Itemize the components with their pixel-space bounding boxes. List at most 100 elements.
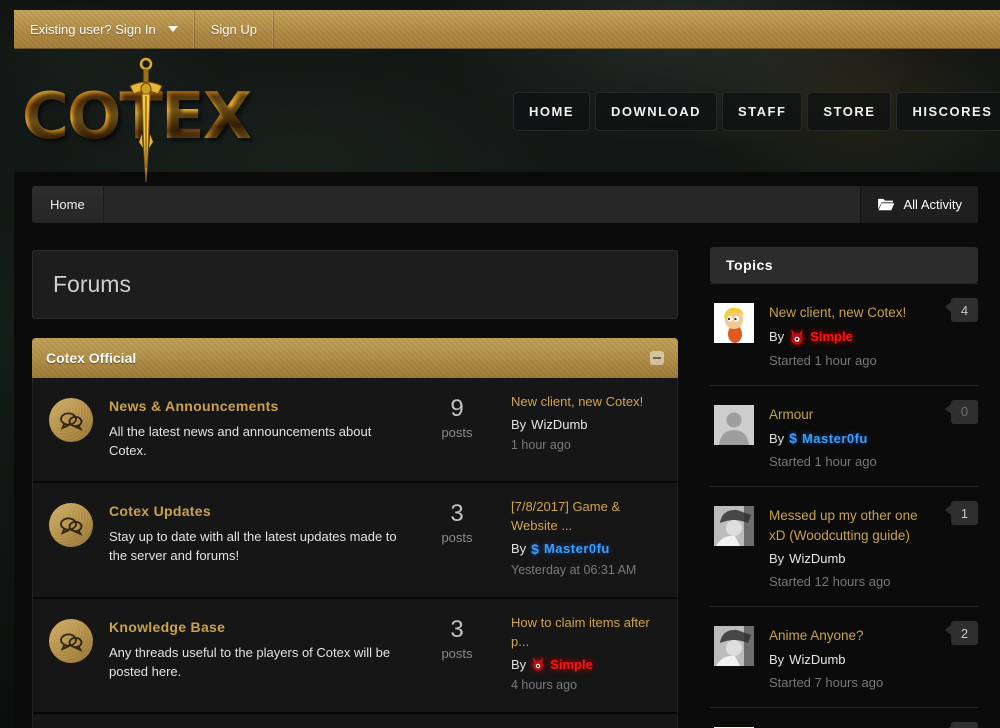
by-label: By (769, 329, 784, 344)
topic-list-item: Anime Anyone? By WizDumb Started 7 hours… (710, 606, 978, 707)
sign-in-button[interactable]: Existing user? Sign In (14, 10, 195, 48)
site-logo[interactable]: COTEX (20, 62, 250, 172)
forum-stats: 3 posts (425, 616, 489, 692)
last-post-link[interactable]: [7/8/2017] Game & Website ... (511, 497, 661, 536)
nav-home[interactable]: HOME (513, 92, 590, 131)
forum-description: Stay up to date with all the latest upda… (109, 528, 411, 566)
replies-badge: 2 (951, 621, 978, 645)
replies-badge: 4 (951, 722, 978, 728)
forum-description: Any threads useful to the players of Cot… (109, 644, 411, 682)
comments-icon (49, 398, 93, 442)
last-post-time: 1 hour ago (511, 438, 661, 452)
posts-label: posts (425, 646, 489, 661)
minimize-icon[interactable] (650, 351, 664, 365)
author-link[interactable]: Master0fu (802, 431, 868, 446)
forum-row: Armour (33, 712, 677, 728)
by-label: By (511, 417, 526, 432)
by-label: By (769, 431, 784, 446)
forum-info: News & Announcements All the latest news… (109, 398, 425, 461)
author-link[interactable]: WizDumb (789, 652, 845, 667)
last-post-link[interactable]: New client, new Cotex! (511, 392, 661, 412)
topic-started: Started 1 hour ago (769, 454, 928, 469)
nav-store[interactable]: STORE (807, 92, 891, 131)
by-label: By (511, 657, 526, 672)
devil-icon (789, 329, 805, 345)
forum-title-link[interactable]: News & Announcements (109, 398, 279, 414)
topic-started: Started 7 hours ago (769, 675, 928, 690)
avatar[interactable] (714, 303, 754, 343)
breadcrumb: Home All Activity (32, 186, 978, 223)
forum-title-link[interactable]: Cotex Updates (109, 503, 211, 519)
topic-title-link[interactable]: Messed up my other one xD (Woodcutting g… (769, 506, 928, 545)
author-link[interactable]: WizDumb (789, 551, 845, 566)
forum-last-post: New client, new Cotex! By WizDumb 1 hour… (511, 392, 661, 461)
category-title: Cotex Official (46, 350, 136, 366)
by-label: By (769, 551, 784, 566)
posts-label: posts (425, 530, 489, 545)
dollar-icon: $ (531, 541, 539, 557)
sidebar-title: Topics (710, 247, 978, 283)
all-activity-button[interactable]: All Activity (860, 186, 978, 223)
forum-title-link[interactable]: Knowledge Base (109, 619, 225, 635)
breadcrumb-spacer (104, 186, 861, 223)
topic-list-item: Any other games? By Pete Started (710, 707, 978, 728)
forum-row: Cotex Updates Stay up to date with all t… (33, 481, 677, 597)
topic-info: Anime Anyone? By WizDumb Started 7 hours… (769, 626, 978, 690)
author-link[interactable]: WizDumb (531, 417, 587, 432)
posts-count: 3 (425, 500, 489, 528)
main-column: Forums Cotex Official (32, 223, 678, 728)
breadcrumb-home[interactable]: Home (32, 186, 104, 223)
posts-count: 9 (425, 395, 489, 423)
sign-up-button[interactable]: Sign Up (195, 10, 274, 48)
forum-row: Knowledge Base Any threads useful to the… (33, 597, 677, 712)
author-link[interactable]: Simple (550, 657, 593, 672)
author-link[interactable]: Master0fu (544, 541, 610, 556)
topic-info: New client, new Cotex! By (769, 303, 978, 368)
replies-badge: 1 (951, 501, 978, 525)
last-post-link[interactable]: How to claim items after p... (511, 613, 661, 652)
sidebar: Topics New client, n (710, 223, 978, 728)
author-link[interactable]: Simple (810, 329, 853, 344)
topic-info: Messed up my other one xD (Woodcutting g… (769, 506, 978, 589)
avatar[interactable] (714, 405, 754, 445)
breadcrumb-home-label: Home (50, 197, 85, 212)
forum-last-post: [7/8/2017] Game & Website ... By $ Maste… (511, 497, 661, 577)
chevron-down-icon (168, 26, 178, 32)
comments-icon (49, 503, 93, 547)
last-post-time: 4 hours ago (511, 678, 661, 692)
topic-started: Started 12 hours ago (769, 574, 928, 589)
topic-title-link[interactable]: Anime Anyone? (769, 626, 928, 646)
dollar-icon: $ (789, 430, 797, 446)
replies-badge: 0 (951, 400, 978, 424)
replies-badge: 4 (951, 298, 978, 322)
by-label: By (511, 541, 526, 556)
forum-stats: 9 posts (425, 395, 489, 461)
forum-list: News & Announcements All the latest news… (32, 378, 678, 728)
forum-description: All the latest news and announcements ab… (109, 423, 411, 461)
forum-stats: 3 posts (425, 500, 489, 577)
content-wrapper: Home All Activity Forums Cotex Official (14, 172, 1000, 728)
nav-hiscores[interactable]: HISCORES (896, 92, 1000, 131)
avatar[interactable] (714, 626, 754, 666)
forum-last-post: How to claim items after p... By (511, 613, 661, 692)
topic-list-item: Messed up my other one xD (Woodcutting g… (710, 486, 978, 606)
user-bar: Existing user? Sign In Sign Up (14, 10, 1000, 49)
topic-title-link[interactable]: Armour (769, 405, 928, 425)
devil-icon (531, 657, 545, 671)
all-activity-label: All Activity (903, 197, 962, 212)
topic-list-item: New client, new Cotex! By (710, 283, 978, 385)
folder-open-icon (877, 198, 895, 212)
topic-title-link[interactable]: New client, new Cotex! (769, 303, 928, 323)
nav-staff[interactable]: STAFF (722, 92, 802, 131)
page-title: Forums (53, 271, 657, 298)
forum-row: News & Announcements All the latest news… (33, 378, 677, 481)
comments-icon (49, 619, 93, 663)
sign-in-label: Existing user? Sign In (30, 22, 156, 37)
topic-list-item: Armour By $ Master0fu Started 1 hour ago… (710, 385, 978, 487)
category-header: Cotex Official (32, 338, 678, 378)
nav-download[interactable]: DOWNLOAD (595, 92, 717, 131)
avatar[interactable] (714, 506, 754, 546)
last-post-time: Yesterday at 06:31 AM (511, 563, 661, 577)
topic-info: Armour By $ Master0fu Started 1 hour ago (769, 405, 978, 470)
forum-info: Knowledge Base Any threads useful to the… (109, 619, 425, 692)
